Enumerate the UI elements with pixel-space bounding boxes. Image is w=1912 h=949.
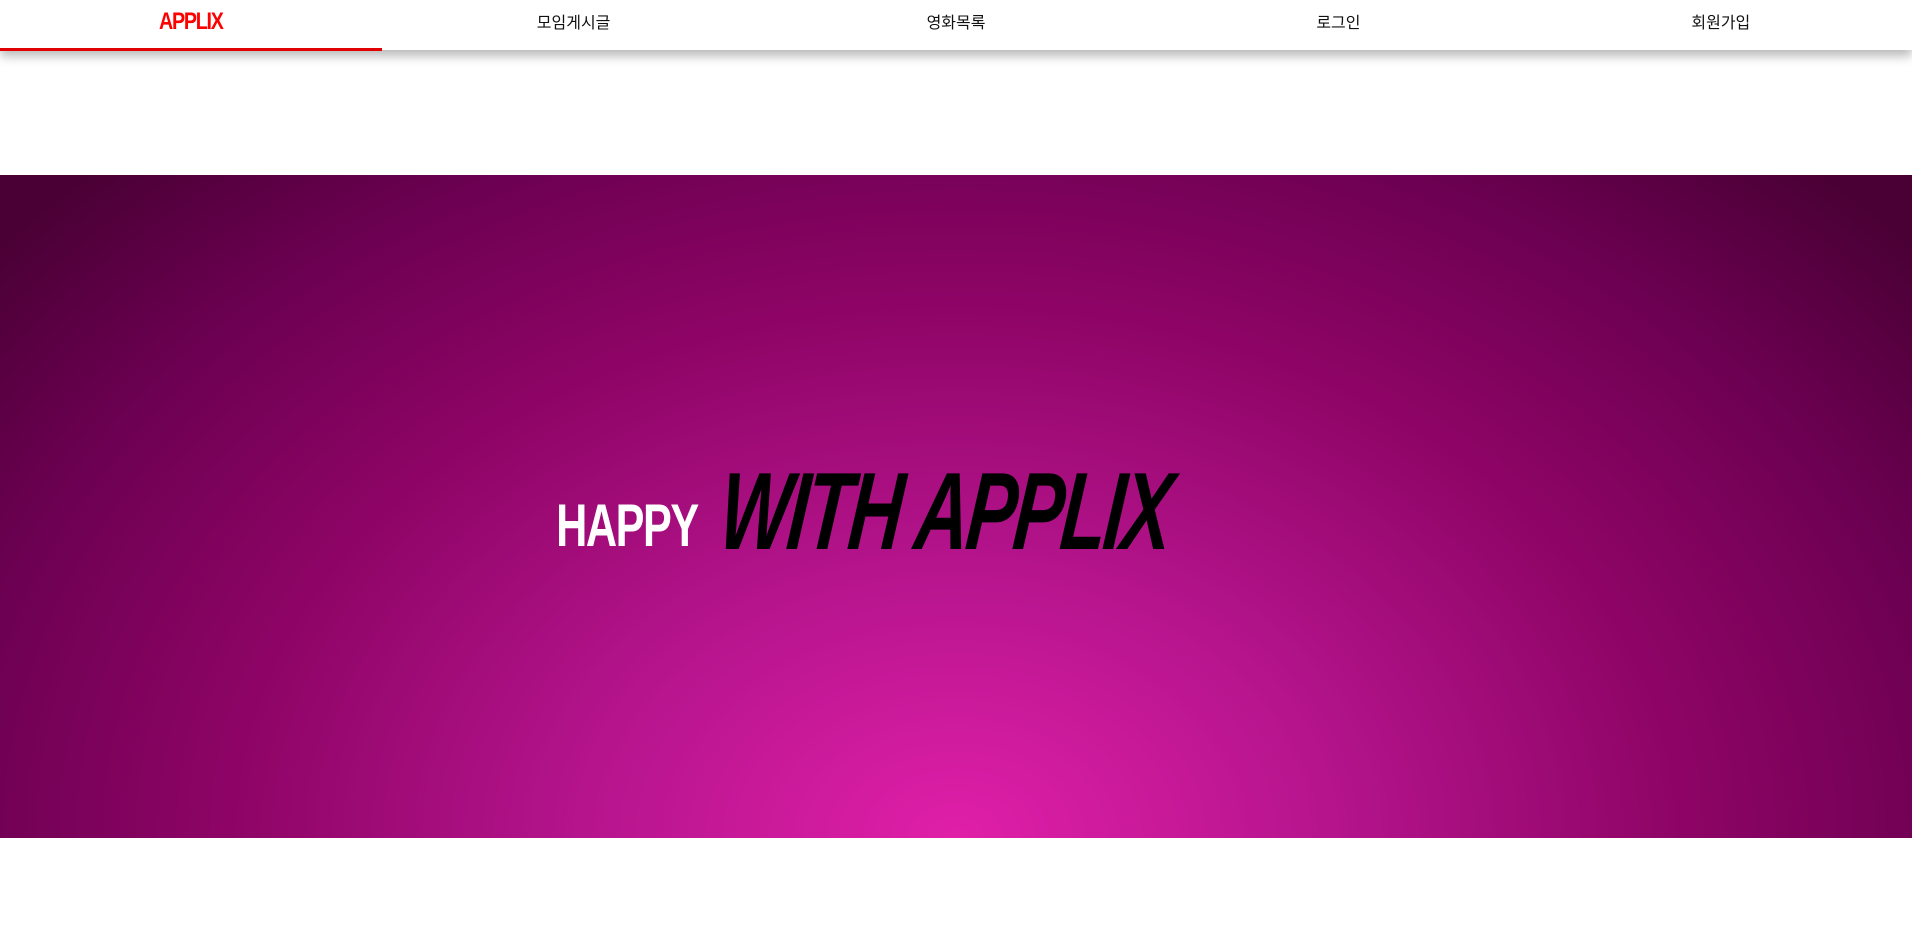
nav-item-movie-list[interactable]: 영화목록 [765,0,1147,50]
nav-item-label: 회원가입 [1691,13,1751,32]
top-navbar: APPLIX 모임게시글 영화목록 로그인 회원가입 [0,0,1912,51]
nav-item-login[interactable]: 로그인 [1147,0,1529,50]
logo-text: APPLIX [159,8,224,35]
hero-headline: HAPPY WITH APPLIX [501,450,1377,573]
nav-item-label: 영화목록 [926,13,986,32]
nav-item-signup[interactable]: 회원가입 [1530,0,1912,50]
active-tab-indicator [0,48,383,51]
nav-logo[interactable]: APPLIX [0,0,383,51]
nav-item-label: 모임게시글 [536,13,611,32]
nav-item-meeting-posts[interactable]: 모임게시글 [382,0,764,50]
hero-banner: HAPPY WITH APPLIX [0,175,1912,838]
nav-item-label: 로그인 [1316,13,1361,32]
hero-word-happy: HAPPY [556,491,699,559]
hero-word-with-applix: WITH APPLIX [714,449,1176,573]
